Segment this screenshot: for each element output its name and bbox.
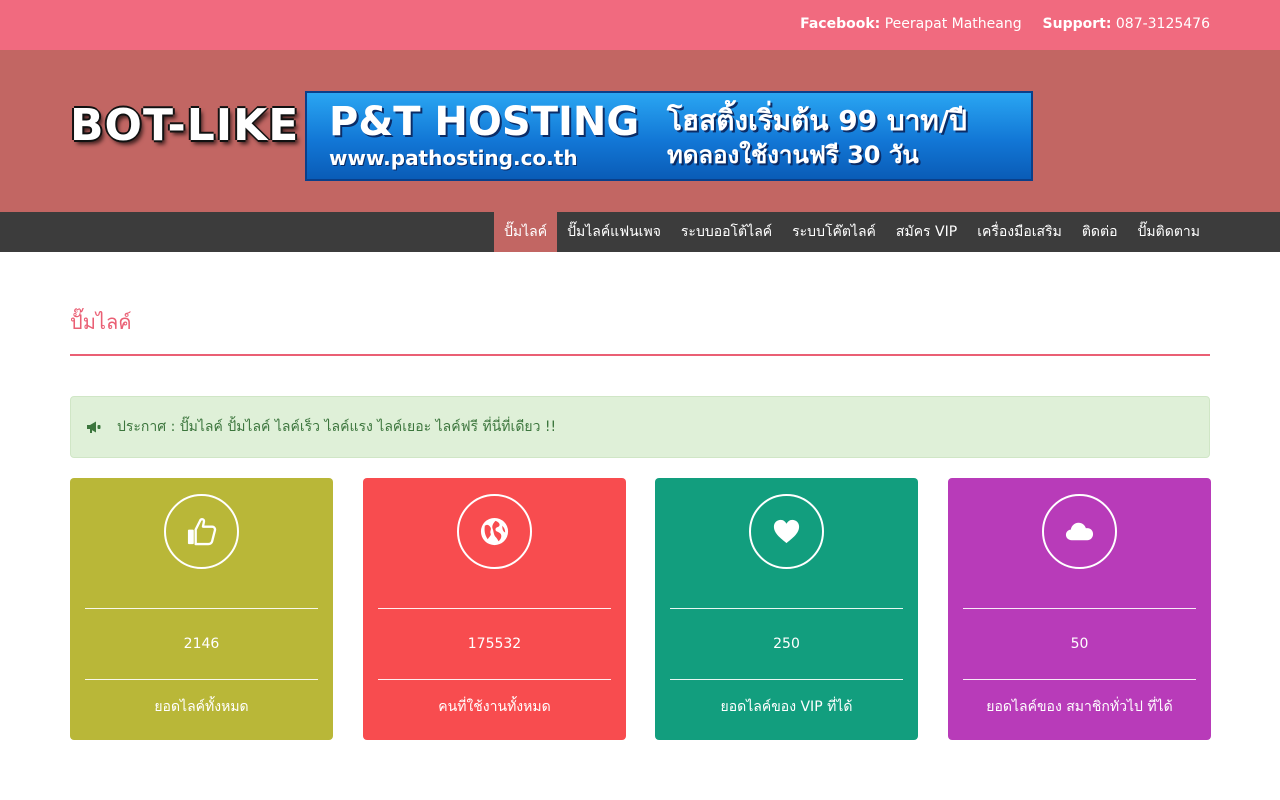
stat-icon-circle bbox=[457, 494, 532, 569]
nav-item[interactable]: ระบบออโต้ไลค์ bbox=[671, 212, 782, 252]
card-divider bbox=[963, 608, 1196, 609]
card-divider bbox=[85, 679, 318, 680]
stat-icon-circle bbox=[164, 494, 239, 569]
stat-label: คนที่ใช้งานทั้งหมด bbox=[438, 699, 551, 715]
stat-value: 250 bbox=[773, 636, 800, 652]
stat-icon-circle bbox=[1042, 494, 1117, 569]
main-navbar: ปั๊มไลค์ ปั๊มไลค์แฟนเพจ ระบบออโต้ไลค์ ระบบโ… bbox=[0, 212, 1280, 252]
card-divider bbox=[670, 608, 903, 609]
stat-label: ยอดไลค์ของ VIP ที่ได้ bbox=[720, 699, 853, 715]
card-divider bbox=[85, 608, 318, 609]
banner-trial-line: ทดลองใช้งานฟรี 30 วัน bbox=[667, 141, 919, 169]
hosting-banner-ad[interactable]: P&T HOSTING www.pathosting.co.th โฮสติ้ง… bbox=[305, 91, 1033, 181]
support-value: 087-3125476 bbox=[1115, 16, 1210, 32]
banner-title: P&T HOSTING bbox=[329, 99, 640, 145]
stat-label: ยอดไลค์ทั้งหมด bbox=[154, 699, 249, 715]
stat-value: 2146 bbox=[183, 636, 220, 652]
stat-value: 50 bbox=[1070, 636, 1089, 652]
site-logo[interactable]: BOT-LIKE bbox=[70, 102, 299, 150]
facebook-label: Facebook: bbox=[800, 16, 881, 32]
card-divider bbox=[378, 608, 611, 609]
support-label: Support: bbox=[1042, 16, 1112, 32]
announcement-text: ประกาศ : ปั๊มไลค์ ปั้มไลค์ ไลค์เร็ว ไลค์… bbox=[117, 419, 557, 435]
stat-card: 175532 คนที่ใช้งานทั้งหมด bbox=[363, 478, 626, 740]
stat-card: 250 ยอดไลค์ของ VIP ที่ได้ bbox=[655, 478, 918, 740]
top-info-bar: Facebook: Peerapat Matheang Support: 087… bbox=[0, 0, 1280, 50]
page-title: ปั๊มไลค์ bbox=[70, 310, 132, 334]
nav-item[interactable]: สมัคร VIP bbox=[886, 212, 967, 252]
announcement-alert: ประกาศ : ปั๊มไลค์ ปั้มไลค์ ไลค์เร็ว ไลค์… bbox=[70, 396, 1210, 458]
facebook-value[interactable]: Peerapat Matheang bbox=[885, 16, 1022, 32]
card-divider bbox=[378, 679, 611, 680]
bullhorn-icon bbox=[85, 418, 103, 436]
banner-price-line: โฮสติ้งเริ่มต้น 99 บาท/ปี bbox=[667, 104, 967, 137]
banner-left: P&T HOSTING www.pathosting.co.th bbox=[329, 99, 639, 171]
nav-item[interactable]: ปั๊มไลค์ bbox=[493, 212, 558, 252]
card-divider bbox=[670, 679, 903, 680]
banner-right: โฮสติ้งเริ่มต้น 99 บาท/ปี ทดลองใช้งานฟรี… bbox=[667, 103, 967, 171]
site-header: BOT-LIKE P&T HOSTING www.pathosting.co.t… bbox=[0, 50, 1280, 212]
nav-item[interactable]: ปั๊มติดตาม bbox=[1128, 212, 1210, 252]
title-divider bbox=[70, 354, 1210, 356]
contact-info: Facebook: Peerapat Matheang Support: 087… bbox=[800, 16, 1210, 32]
stat-icon-circle bbox=[749, 494, 824, 569]
stat-value: 175532 bbox=[467, 636, 522, 652]
stat-card: 50 ยอดไลค์ของ สมาชิกทั่วไป ที่ได้ bbox=[948, 478, 1211, 740]
nav-item[interactable]: ปั๊มไลค์แฟนเพจ bbox=[557, 212, 671, 252]
stat-card: 2146 ยอดไลค์ทั้งหมด bbox=[70, 478, 333, 740]
card-divider bbox=[963, 679, 1196, 680]
stat-label: ยอดไลค์ของ สมาชิกทั่วไป ที่ได้ bbox=[986, 699, 1173, 715]
nav-menu: ปั๊มไลค์ ปั๊มไลค์แฟนเพจ ระบบออโต้ไลค์ ระบบโ… bbox=[493, 212, 1210, 252]
nav-item[interactable]: เครื่องมือเสริม bbox=[967, 212, 1072, 252]
nav-item[interactable]: ติดต่อ bbox=[1072, 212, 1128, 252]
nav-item[interactable]: ระบบโค๊ตไลค์ bbox=[782, 212, 886, 252]
banner-url: www.pathosting.co.th bbox=[329, 146, 578, 170]
